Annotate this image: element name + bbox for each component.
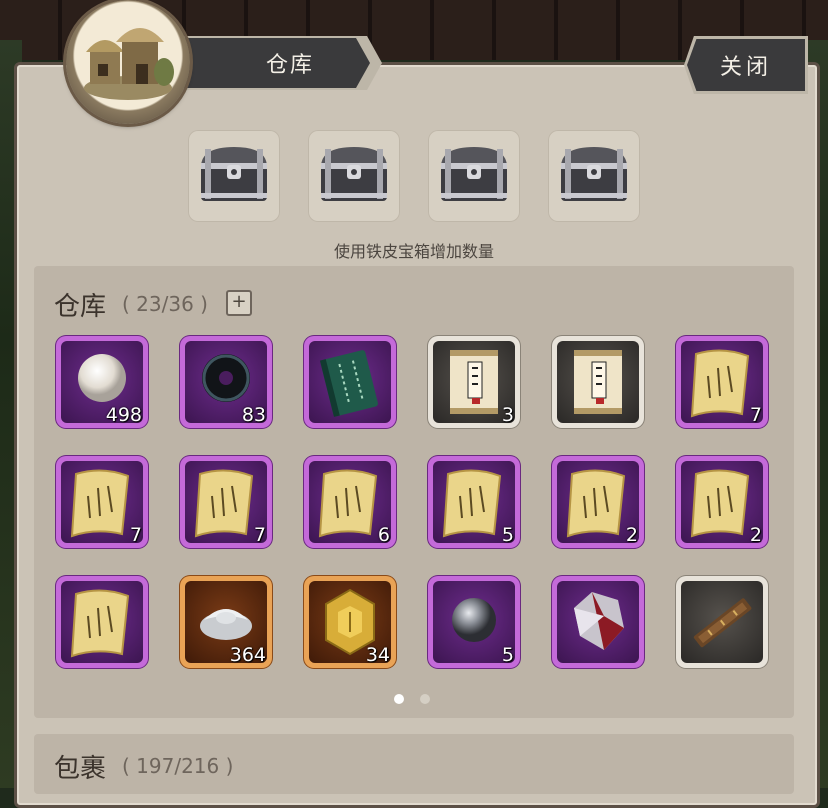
iron-chest-slot-2[interactable]: [308, 130, 400, 222]
item-count: 6: [377, 524, 390, 546]
storage-item-slot[interactable]: 3: [428, 336, 520, 428]
storage-item-slot[interactable]: 5: [428, 576, 520, 668]
iron-chest-icon: [197, 143, 271, 209]
item-count: 3: [501, 404, 514, 426]
storage-item-slot[interactable]: 7: [56, 456, 148, 548]
item-count: 498: [105, 404, 142, 426]
iron-chest-icon: [317, 143, 391, 209]
package-title: 包裹: [54, 754, 107, 784]
iron-chest-slot-3[interactable]: [428, 130, 520, 222]
storage-item-slot[interactable]: 2: [676, 456, 768, 548]
close-button-label[interactable]: 关闭: [687, 39, 805, 91]
storage-section: 仓库 ( 23/36 ) + 498 83 3 7 7 7 6 5 2 2 364 34 5: [34, 266, 794, 718]
warehouse-building-icon: [66, 0, 190, 124]
item-count: 34: [365, 644, 390, 666]
storage-title: 仓库: [54, 292, 107, 322]
storage-item-slot[interactable]: [552, 336, 644, 428]
package-count: ( 197/216 ): [122, 754, 234, 778]
storage-item-slot[interactable]: 498: [56, 336, 148, 428]
storage-item-slot[interactable]: 2: [552, 456, 644, 548]
package-section: 包裹 ( 197/216 ): [34, 734, 794, 794]
storage-item-slot[interactable]: 5: [428, 456, 520, 548]
item-count: 7: [129, 524, 142, 546]
item-count: 7: [749, 404, 762, 426]
item-count: 83: [241, 404, 266, 426]
storage-count: ( 23/36 ): [122, 292, 208, 316]
page-dot-active[interactable]: [394, 694, 404, 704]
expand-storage-button[interactable]: +: [226, 290, 252, 316]
storage-item-slot[interactable]: 83: [180, 336, 272, 428]
item-count: 7: [253, 524, 266, 546]
iron-chest-slot-1[interactable]: [188, 130, 280, 222]
chest-hint-text: 使用铁皮宝箱增加数量: [333, 242, 494, 261]
item-count: 5: [501, 524, 514, 546]
title-tab: 仓库: [170, 38, 370, 88]
iron-chest-icon: [437, 143, 511, 209]
storage-item-slot[interactable]: 7: [676, 336, 768, 428]
item-count: 2: [625, 524, 638, 546]
iron-chest-slot-4[interactable]: [548, 130, 640, 222]
page-title: 仓库: [265, 53, 314, 78]
storage-item-slot[interactable]: 364: [180, 576, 272, 668]
item-count: 2: [749, 524, 762, 546]
storage-item-slot[interactable]: 34: [304, 576, 396, 668]
storage-item-slot[interactable]: 6: [304, 456, 396, 548]
item-count: 5: [501, 644, 514, 666]
page-dot-inactive[interactable]: [420, 694, 430, 704]
storage-item-slot[interactable]: [304, 336, 396, 428]
storage-item-slot[interactable]: 7: [180, 456, 272, 548]
storage-item-slot[interactable]: [676, 576, 768, 668]
storage-item-slot[interactable]: [552, 576, 644, 668]
iron-chest-icon: [557, 143, 631, 209]
storage-item-slot[interactable]: [56, 576, 148, 668]
close-button[interactable]: 关闭: [684, 36, 808, 94]
item-count: 364: [229, 644, 266, 666]
